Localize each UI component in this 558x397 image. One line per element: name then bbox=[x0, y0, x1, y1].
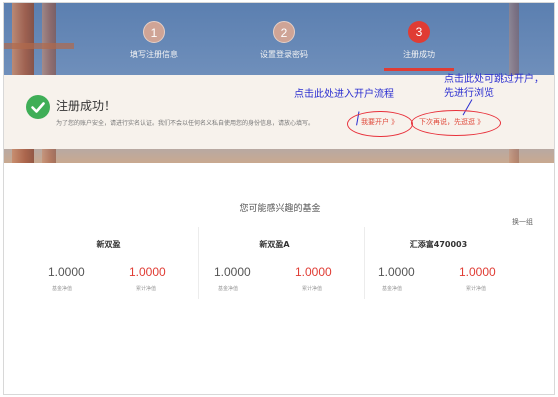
annotation-skip-line2: 先进行浏览 bbox=[444, 88, 494, 99]
funds-section-title: 您可能感兴趣的基金 bbox=[239, 204, 321, 214]
fund-unit-nav: 1.0000 bbox=[48, 265, 85, 279]
fund-card[interactable]: 汇添富470003 1.0000 1.0000 基金净值 累计净值 bbox=[356, 227, 521, 302]
step-2: 2 设置登录密码 bbox=[234, 21, 334, 60]
registration-steps: 1 填写注册信息 2 设置登录密码 3 注册成功 bbox=[104, 21, 484, 73]
fund-acc-nav-label: 累计净值 bbox=[136, 286, 157, 292]
success-description: 为了您的账户安全，请进行实名认证。我们不会以任何名义私自使用您的身份信息，请放心… bbox=[56, 120, 315, 127]
annotation-skip-line1: 点击此处可跳过开户， bbox=[444, 74, 544, 85]
fund-acc-nav-label: 累计净值 bbox=[466, 286, 487, 292]
refresh-funds-button[interactable]: 换一组 bbox=[512, 217, 533, 227]
fund-acc-nav: 1.0000 bbox=[459, 265, 496, 279]
fund-unit-nav: 1.0000 bbox=[214, 265, 251, 279]
step-number: 1 bbox=[143, 21, 165, 43]
success-title: 注册成功！ bbox=[56, 99, 117, 113]
fund-unit-nav-label: 基金净值 bbox=[52, 286, 73, 292]
step-label: 设置登录密码 bbox=[260, 50, 308, 59]
background-beam bbox=[4, 43, 74, 49]
fund-acc-nav-label: 累计净值 bbox=[302, 286, 323, 292]
page-frame: 1 填写注册信息 2 设置登录密码 3 注册成功 注册成功！ 为了您的账户安全，… bbox=[3, 2, 555, 395]
annotation-open-account: 点击此处进入开户流程 bbox=[294, 89, 394, 100]
fund-acc-nav: 1.0000 bbox=[295, 265, 332, 279]
fund-acc-nav: 1.0000 bbox=[129, 265, 166, 279]
highlight-ring-open-account bbox=[347, 111, 413, 137]
fund-name: 新双盈A bbox=[259, 240, 290, 249]
fund-card[interactable]: 新双盈 1.0000 1.0000 基金净值 累计净值 bbox=[26, 227, 191, 302]
fund-unit-nav: 1.0000 bbox=[378, 265, 415, 279]
fund-unit-nav-label: 基金净值 bbox=[382, 286, 403, 292]
step-label: 注册成功 bbox=[403, 50, 435, 59]
check-circle-icon bbox=[26, 95, 50, 119]
step-3: 3 注册成功 bbox=[369, 21, 469, 71]
fund-name: 新双盈 bbox=[96, 240, 121, 249]
step-number: 2 bbox=[273, 21, 295, 43]
step-1: 1 填写注册信息 bbox=[104, 21, 204, 60]
fund-unit-nav-label: 基金净值 bbox=[218, 286, 239, 292]
step-number: 3 bbox=[408, 21, 430, 43]
step-label: 填写注册信息 bbox=[130, 50, 178, 59]
fund-card[interactable]: 新双盈A 1.0000 1.0000 基金净值 累计净值 bbox=[192, 227, 357, 302]
fund-name: 汇添富470003 bbox=[409, 240, 468, 249]
highlight-ring-skip bbox=[411, 110, 501, 136]
